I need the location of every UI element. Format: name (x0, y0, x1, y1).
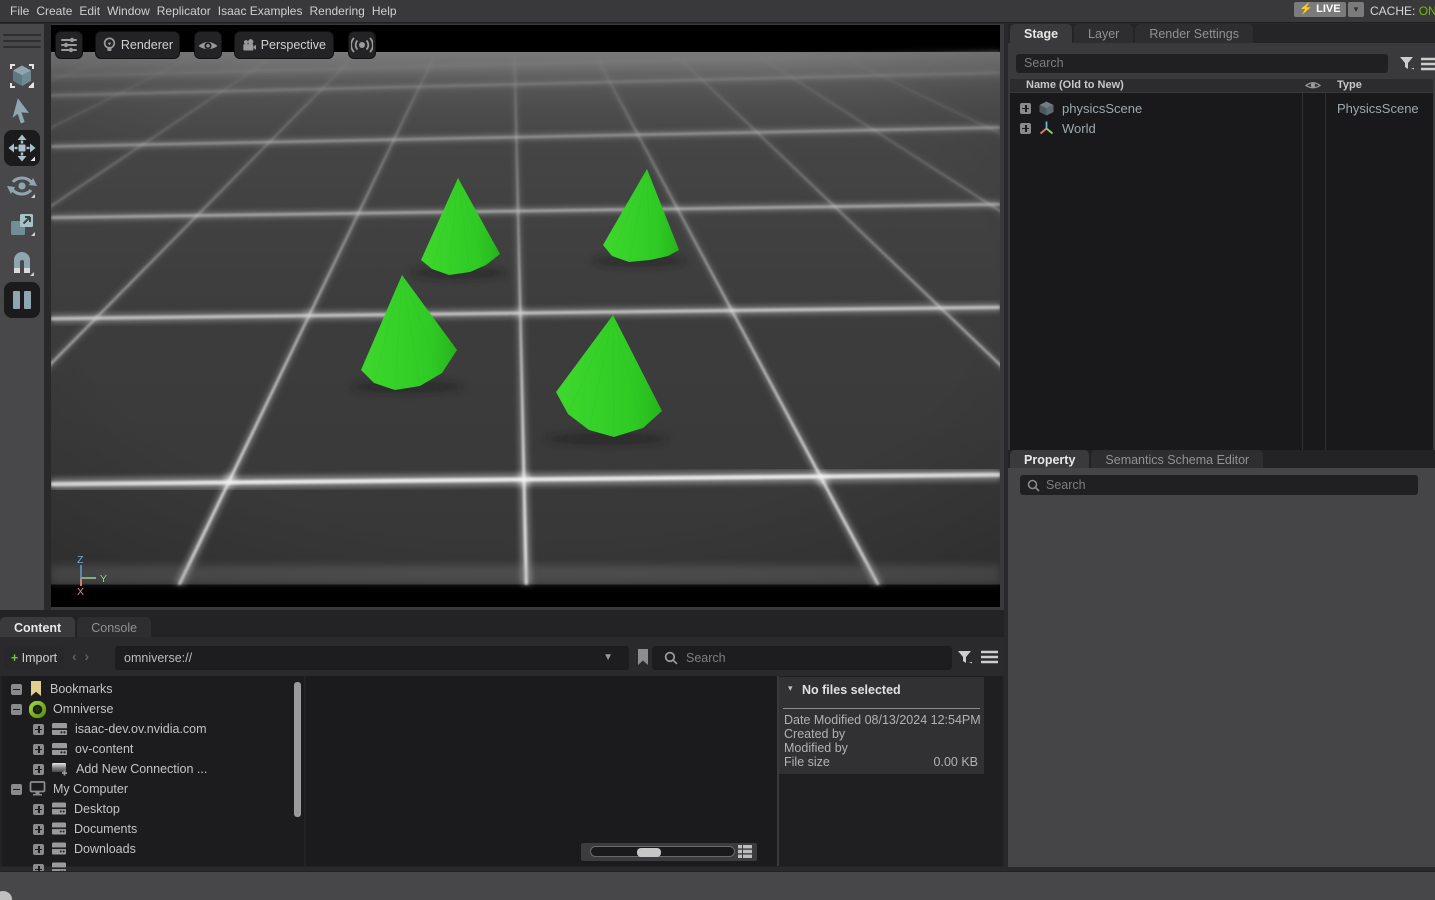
svg-text:Y: Y (100, 573, 107, 585)
svg-text:X: X (77, 586, 84, 598)
svg-text:Z: Z (77, 554, 84, 566)
